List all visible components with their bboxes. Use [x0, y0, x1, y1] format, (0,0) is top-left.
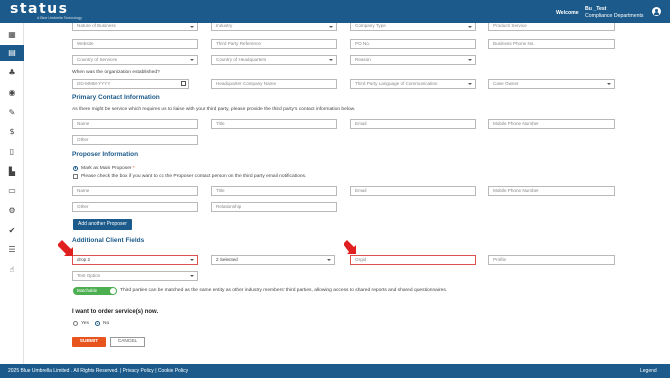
contact-title-input[interactable]: Title: [211, 119, 337, 129]
calendar-icon[interactable]: [181, 80, 186, 86]
sidebar-item-tasks[interactable]: ✎: [0, 105, 24, 121]
sidebar-item-settings[interactable]: ⚙: [0, 203, 24, 219]
proposer-mobile-input[interactable]: Mobile Phone Number: [488, 186, 615, 196]
orgid-input[interactable]: Orgid: [350, 255, 476, 265]
proposer-email-input[interactable]: Email: [350, 186, 476, 196]
eye-icon: ◉: [8, 88, 16, 97]
contact-other-input[interactable]: Other: [72, 135, 198, 145]
cc-proposer-label: Please check the box if you want to cc t…: [81, 173, 307, 179]
headquarter-company-input[interactable]: Headquarter Company Name: [211, 79, 337, 89]
third-party-reference-input[interactable]: Third Party Reference: [211, 39, 337, 49]
document-icon: ▯: [9, 147, 15, 156]
established-question: When was the organization established?: [72, 70, 160, 75]
top-bar: status A Blue Umbrella Technology Welcom…: [0, 0, 670, 23]
order-no-radio[interactable]: [95, 321, 100, 326]
nature-of-business-select[interactable]: Nature of Business: [72, 23, 198, 31]
sidebar: ▦ ▤ ♣ ◉ ✎ $ ▯ ▙ ▭ ⚙ ✔ ☰ ☝: [0, 23, 24, 364]
username: Bu _Test: [585, 5, 607, 12]
proposer-title: Proposer Information: [72, 151, 139, 158]
logo-tagline: A Blue Umbrella Technology: [37, 15, 82, 20]
edit-icon: ✎: [8, 108, 16, 117]
sidebar-item-billing[interactable]: $: [0, 124, 24, 140]
sidebar-item-monitoring[interactable]: ◉: [0, 85, 24, 101]
briefcase-icon: ▭: [8, 186, 16, 195]
test-option-select[interactable]: Test Option: [72, 271, 198, 281]
bell-icon: ♣: [8, 68, 16, 77]
red-arrow-icon: [344, 240, 356, 254]
user-check-icon: ✔: [8, 226, 16, 235]
country-of-headquarters-select[interactable]: Country of Headquarters: [211, 55, 337, 65]
profile-input[interactable]: Profile: [488, 255, 615, 265]
dollar-icon: $: [9, 127, 15, 136]
cancel-button[interactable]: CANCEL: [110, 337, 145, 347]
required-star: *: [132, 165, 135, 171]
legend-link[interactable]: Legend: [640, 368, 657, 374]
matchable-description: Third parties can be matched as the same…: [120, 288, 448, 293]
red-arrow-icon: [58, 240, 73, 256]
add-proposer-button[interactable]: Add another Proposer: [73, 219, 132, 230]
case-owner-select[interactable]: Case Owner: [488, 79, 615, 89]
contact-email-input[interactable]: Email: [350, 119, 476, 129]
hand-icon: ☝: [9, 265, 15, 274]
company-type-select[interactable]: Company Type: [350, 23, 476, 31]
primary-contact-title: Primary Contact Information: [72, 94, 160, 101]
country-of-services-select[interactable]: Country of Services: [72, 55, 198, 65]
primary-contact-description: As there might be service which requires…: [72, 107, 356, 112]
user-avatar-icon[interactable]: [652, 7, 661, 16]
sidebar-item-support[interactable]: ☝: [0, 262, 24, 278]
footer: 2025 Blue Umbrella Limited . All Rights …: [0, 364, 670, 378]
sidebar-item-alerts[interactable]: ♣: [0, 65, 24, 81]
department-name: Compliance Departments: [585, 13, 644, 19]
contact-name-input[interactable]: Name: [72, 119, 198, 129]
chart-icon: ▙: [8, 167, 16, 176]
order-no-label: No: [103, 321, 110, 326]
multi-select[interactable]: 2 Selected: [211, 255, 335, 265]
product-service-input[interactable]: Product/ Service: [488, 23, 615, 31]
established-date-input[interactable]: DD-MMM-YYYY: [72, 79, 189, 89]
sidebar-item-documents[interactable]: ▯: [0, 144, 24, 160]
table-icon: ▦: [8, 30, 16, 39]
sidebar-item-dashboard[interactable]: ▦: [0, 27, 24, 43]
welcome-label: Welcome: [556, 10, 579, 16]
sidebar-item-cases[interactable]: ▭: [0, 183, 24, 199]
order-yes-label: Yes: [81, 321, 89, 326]
contact-mobile-input[interactable]: Mobile Phone Number: [488, 119, 615, 129]
building-icon: ▤: [8, 48, 16, 57]
proposer-title-input[interactable]: Title: [211, 186, 337, 196]
sidebar-item-reports[interactable]: ▙: [0, 164, 24, 180]
po-number-input[interactable]: PO No.: [350, 39, 476, 49]
cc-proposer-checkbox[interactable]: [73, 173, 78, 179]
matchable-toggle[interactable]: Matchable: [73, 287, 117, 295]
proposer-relationship-input[interactable]: Relationship: [211, 202, 337, 212]
website-input[interactable]: Website: [72, 39, 198, 49]
reason-select[interactable]: Reason: [350, 55, 476, 65]
submit-button[interactable]: SUBMIT: [72, 337, 106, 347]
main-proposer-label: Mark as Main Proposer *: [81, 165, 135, 171]
toggle-knob: [110, 288, 116, 294]
business-phone-input[interactable]: Business Phone No.: [488, 39, 615, 49]
drop2-select[interactable]: drop 2: [72, 255, 198, 265]
proposer-name-input[interactable]: Name: [72, 186, 198, 196]
proposer-other-input[interactable]: Other: [72, 202, 198, 212]
footer-text[interactable]: 2025 Blue Umbrella Limited . All Rights …: [8, 368, 188, 374]
order-question: I want to order service(s) now.: [72, 309, 159, 315]
sidebar-item-third-parties[interactable]: ▤: [0, 45, 24, 61]
sidebar-item-users[interactable]: ✔: [0, 223, 24, 239]
matchable-label: Matchable: [77, 288, 98, 293]
sidebar-item-lists[interactable]: ☰: [0, 242, 24, 258]
gear-icon: ⚙: [8, 206, 16, 215]
client-fields-title: Additional Client Fields: [72, 237, 145, 244]
order-yes-radio[interactable]: [73, 321, 78, 326]
industry-select[interactable]: Industry: [211, 23, 337, 31]
list-icon: ☰: [8, 245, 16, 254]
language-select[interactable]: Third Party Language of Communication: [350, 79, 476, 89]
main-proposer-radio[interactable]: [73, 165, 78, 171]
